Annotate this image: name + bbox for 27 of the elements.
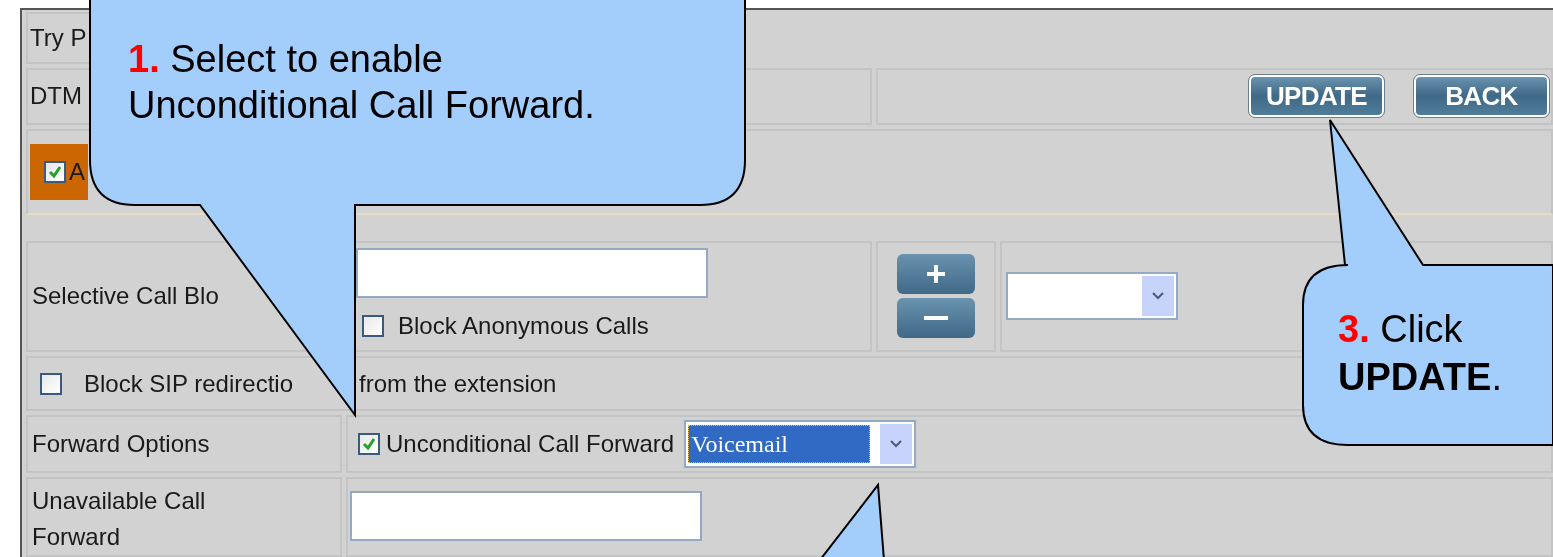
field-label: Forward Options: [32, 429, 210, 460]
checkbox-label: Block SIP redirectio: [84, 368, 293, 399]
feature-toggle[interactable]: A: [30, 143, 88, 200]
text-field[interactable]: [356, 248, 708, 299]
checkbox[interactable]: [44, 160, 66, 183]
minus-icon: [923, 315, 949, 322]
callout-text: 3. Click UPDATE.: [1338, 307, 1503, 400]
select-field[interactable]: Voicemail: [684, 420, 917, 469]
select-field[interactable]: [1006, 272, 1178, 321]
callout-text: 1. Select to enable Unconditional Call Forward.: [128, 37, 596, 128]
add-button[interactable]: [897, 254, 975, 295]
checkbox-label: Unconditional Call Forward: [386, 429, 675, 460]
checkbox[interactable]: [362, 315, 384, 338]
field-label: DTM: [30, 81, 82, 112]
checkbox[interactable]: [40, 372, 62, 395]
field-label: Selective Call Blo: [32, 281, 219, 312]
check-icon: [361, 436, 377, 453]
field-label: Try P: [30, 22, 87, 53]
remove-button[interactable]: [897, 298, 975, 339]
field-label: Unavailable Call Forward: [32, 486, 207, 552]
back-button[interactable]: BACK: [1414, 75, 1549, 118]
plus-icon: [926, 264, 946, 285]
checkbox[interactable]: [358, 433, 380, 456]
text-field[interactable]: [350, 491, 702, 541]
update-button[interactable]: UPDATE: [1249, 75, 1384, 118]
checkbox-label: from the extension: [359, 368, 557, 399]
checkbox-label: Block Anonymous Calls: [398, 311, 649, 342]
